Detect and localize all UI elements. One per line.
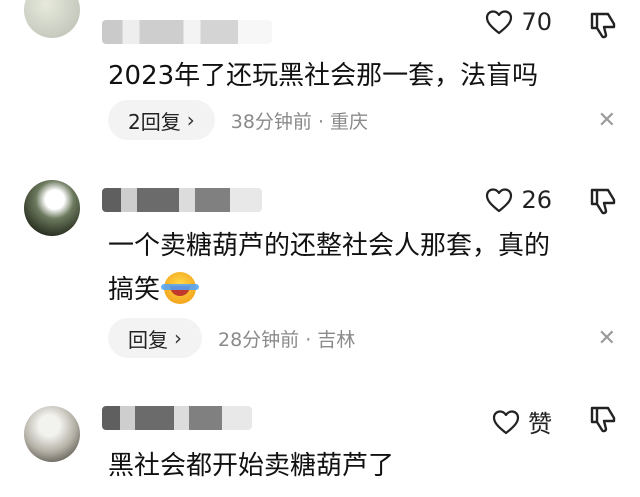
comment-text-line: 一个卖糖葫芦的还整社会人那套，真的 (108, 231, 551, 261)
comment-meta: 回复 › 28分钟前 · 吉林 (108, 318, 355, 358)
comment-text: 黑社会都开始卖糖葫芦了 (108, 451, 395, 481)
close-icon[interactable]: ✕ (598, 108, 616, 133)
like-button[interactable]: 赞 (492, 404, 552, 439)
like-count: 26 (521, 186, 552, 214)
laughing-crying-emoji-icon (161, 272, 200, 304)
chevron-right-icon: › (186, 108, 195, 132)
thumbs-down-icon[interactable] (588, 404, 618, 434)
time-location: 38分钟前 · 重庆 (230, 110, 369, 133)
comment-item: 赞 黑社会都开始卖糖葫芦了 (0, 388, 640, 497)
avatar[interactable] (24, 406, 80, 462)
username-redacted[interactable] (102, 406, 252, 430)
like-button[interactable]: 70 (485, 8, 552, 36)
reply-label: 2回复 (128, 109, 181, 134)
comment-text: 2023年了还玩黑社会那一套，法盲吗 (108, 61, 539, 91)
heart-icon (492, 409, 520, 434)
reply-button[interactable]: 回复 › (108, 318, 202, 358)
chevron-right-icon: › (174, 326, 182, 350)
avatar[interactable] (24, 0, 80, 38)
comment-item: 70 2023年了还玩黑社会那一套，法盲吗 2回复 › 38分钟前 · 重庆 ✕ (0, 0, 640, 160)
comment-text-end: 搞笑 (108, 275, 161, 305)
avatar[interactable] (24, 180, 80, 236)
comment-text-line: 搞笑 (108, 268, 616, 312)
heart-icon (486, 10, 513, 35)
thumbs-down-icon[interactable] (588, 10, 618, 40)
comment-text: 一个卖糖葫芦的还整社会人那套，真的 搞笑 (108, 224, 616, 312)
heart-icon (486, 188, 513, 213)
time-location: 28分钟前 · 吉林 (218, 328, 356, 351)
reply-button[interactable]: 2回复 › (108, 100, 215, 140)
close-icon[interactable]: ✕ (598, 326, 616, 351)
thumbs-down-icon[interactable] (588, 186, 618, 216)
username-redacted[interactable] (102, 188, 262, 212)
reply-label: 回复 (128, 327, 168, 352)
like-count: 70 (521, 8, 552, 36)
comment-meta: 2回复 › 38分钟前 · 重庆 (108, 100, 368, 140)
comment-item: 26 一个卖糖葫芦的还整社会人那套，真的 搞笑 回复 › 28分钟前 · 吉林 … (0, 170, 640, 385)
like-button[interactable]: 26 (485, 186, 552, 214)
username-redacted[interactable] (102, 20, 272, 44)
like-label: 赞 (528, 410, 552, 438)
